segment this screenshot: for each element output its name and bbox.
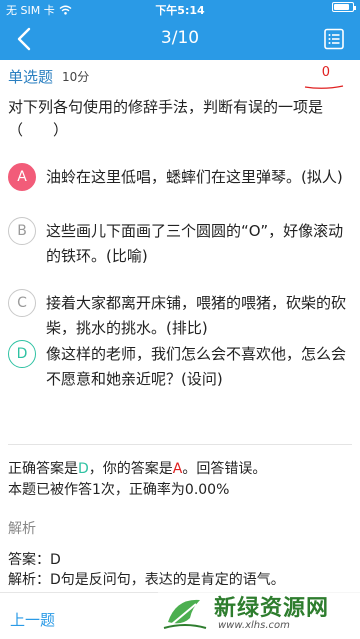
battery-icon	[332, 2, 356, 12]
question-header: 单选题 10分 0	[0, 60, 360, 90]
watermark-url: www.xlhs.com	[218, 620, 290, 631]
list-icon[interactable]	[322, 27, 346, 51]
question-stem: 对下列各句使用的修辞手法，判断有误的一项是（ ）	[8, 98, 324, 139]
status-bar: 无 SIM 卡 下午5:14	[0, 0, 360, 18]
analysis-title: 解析	[8, 521, 36, 537]
option-letter: C	[8, 289, 36, 317]
correct-prefix: 正确答案是	[8, 461, 78, 477]
answer-stats: 本题已被作答1次，正确率为0.00%	[8, 482, 230, 498]
option-text: 像这样的老师，我们怎么会不喜欢他，怎么会不愿意和她亲近呢？(设问)	[46, 345, 347, 388]
question-type: 单选题	[8, 68, 54, 86]
question-score: 0	[321, 65, 330, 80]
watermark-logo-icon	[163, 599, 207, 629]
page-counter-title: 3/10	[160, 28, 200, 48]
prev-question-button[interactable]: 上一题	[10, 609, 55, 630]
analysis-block: 答案：D 解析：D句是反问句，表达的是肯定的语气。	[8, 550, 352, 590]
option-letter: A	[8, 163, 36, 191]
analysis-answer: 答案：D	[8, 552, 61, 568]
option-letter: D	[8, 340, 36, 368]
battery-level	[334, 4, 349, 10]
your-answer: A	[172, 461, 183, 477]
option-text: 油蛉在这里低唱，蟋蟀们在这里弹琴。(拟人)	[46, 168, 343, 186]
result-block: 正确答案是D，你的答案是A。回答错误。 本题已被作答1次，正确率为0.00%	[8, 459, 352, 501]
question-points: 10分	[62, 70, 90, 84]
option-letter: B	[8, 217, 36, 245]
status-time: 下午5:14	[155, 4, 205, 17]
score-underline	[304, 85, 344, 89]
divider	[8, 444, 352, 445]
status-right	[332, 2, 356, 12]
result-line: 正确答案是D，你的答案是A。回答错误。	[8, 459, 352, 480]
option-text: 接着大家都离开床铺，喂猪的喂猪，砍柴的砍柴，挑水的挑水。(排比)	[46, 294, 347, 337]
nav-bar: 3/10	[0, 18, 360, 60]
watermark-title: 新绿资源网	[214, 596, 330, 621]
correct-answer: D	[78, 461, 89, 477]
verdict-text: 。回答错误。	[182, 461, 267, 477]
option-text: 这些画儿下面画了三个圆圆的“O”，好像滚动的铁环。(比喻)	[46, 222, 344, 265]
your-prefix: ，你的答案是	[88, 461, 173, 477]
watermark: 新绿资源网 www.xlhs.com	[158, 586, 360, 639]
